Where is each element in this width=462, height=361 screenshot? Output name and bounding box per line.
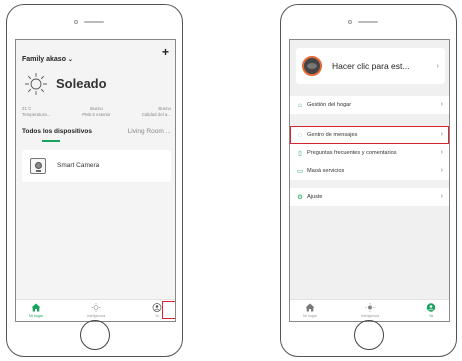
menu-item-messages[interactable]: ◌ Gentro de mensajes › xyxy=(290,126,449,144)
profile-tab-highlight xyxy=(162,301,175,319)
nav-profile[interactable]: Yo xyxy=(411,302,449,318)
temperature-stat: 21 C Temperatura... xyxy=(22,106,51,117)
menu-group-main: ◌ Gentro de mensajes › ▯ Preguntas frecu… xyxy=(290,126,449,180)
menu-item-faq[interactable]: ▯ Preguntas frecuentes y comentarios › xyxy=(290,144,449,162)
camera-icon xyxy=(30,158,46,174)
book-icon: ▯ xyxy=(298,150,302,157)
gear-icon: ⚙ xyxy=(297,194,303,201)
chevron-right-icon: › xyxy=(440,167,443,174)
device-card[interactable]: Smart Camera xyxy=(22,150,171,182)
nav-home[interactable]: Mi hogar xyxy=(290,302,330,318)
chevron-right-icon: › xyxy=(440,101,443,108)
home-button[interactable] xyxy=(353,320,384,350)
chevron-down-icon: ⌄ xyxy=(67,57,73,63)
house-icon: ⌂ xyxy=(298,101,302,109)
smart-icon xyxy=(365,303,375,312)
profile-card[interactable]: Hacer clic para est... › xyxy=(296,48,445,84)
active-tab-indicator xyxy=(42,140,60,142)
nav-home[interactable]: Mi hogar xyxy=(16,302,56,318)
message-icon: ◌ xyxy=(298,131,302,139)
profile-icon xyxy=(426,303,436,312)
chevron-right-icon: › xyxy=(440,149,443,156)
room-tabs: Todos los dispositivos Living Room ... xyxy=(22,128,171,135)
add-device-button[interactable]: + xyxy=(162,45,169,59)
device-name: Smart Camera xyxy=(57,162,100,169)
nav-smart[interactable]: Inteligencia xyxy=(350,302,390,318)
home-screen: Family akaso ⌄ + Soleado 21 C Temperatur… xyxy=(15,39,176,322)
chevron-right-icon: › xyxy=(436,63,439,70)
nav-smart[interactable]: Inteligencia xyxy=(76,302,116,318)
bottom-nav: Mi hogar Inteligencia Yo xyxy=(290,299,449,321)
weather-label: Soleado xyxy=(56,76,107,91)
sun-icon xyxy=(25,73,47,95)
menu-item-home-management[interactable]: ⌂ Gestión del hogar › xyxy=(290,96,449,114)
chevron-right-icon: › xyxy=(440,193,443,200)
tab-all-devices[interactable]: Todos los dispositivos xyxy=(22,128,92,135)
chevron-right-icon: › xyxy=(440,131,443,138)
tab-living-room[interactable]: Living Room ... xyxy=(128,128,171,135)
right-phone-frame: Hacer clic para est... › ⌂ Gestión del h… xyxy=(280,4,457,357)
speaker xyxy=(344,19,394,25)
smart-icon xyxy=(91,303,101,312)
profile-screen: Hacer clic para est... › ⌂ Gestión del h… xyxy=(289,39,450,322)
menu-item-settings[interactable]: ⚙ Ajuste › xyxy=(290,188,449,206)
home-icon xyxy=(305,303,315,312)
menu-item-services[interactable]: ▭ Maoá servicios › xyxy=(290,162,449,180)
pm25-stat: Bueno PM2.5 exterior xyxy=(82,106,111,117)
home-header: Family akaso ⌄ + xyxy=(22,45,169,63)
weather-stats: 21 C Temperatura... Bueno PM2.5 exterior… xyxy=(22,106,171,118)
avatar xyxy=(302,56,322,76)
menu-group-settings: ⚙ Ajuste › xyxy=(290,188,449,206)
left-phone-frame: Family akaso ⌄ + Soleado 21 C Temperatur… xyxy=(6,4,183,357)
profile-name: Hacer clic para est... xyxy=(332,61,410,71)
home-icon xyxy=(31,303,41,312)
menu-group-home: ⌂ Gestión del hogar › xyxy=(290,96,449,114)
bookmark-icon: ▭ xyxy=(296,168,304,175)
home-button[interactable] xyxy=(79,320,110,350)
air-quality-stat: Bueno Calidad del a... xyxy=(141,106,172,117)
home-selector[interactable]: Family akaso ⌄ xyxy=(22,56,73,63)
speaker xyxy=(70,19,120,25)
bottom-nav: Mi hogar Inteligencia Yo xyxy=(16,299,175,321)
